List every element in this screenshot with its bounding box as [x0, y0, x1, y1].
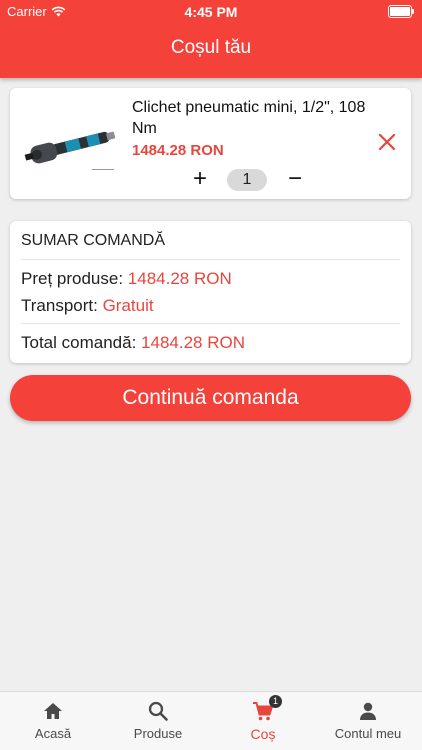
- battery-icon: [388, 5, 414, 18]
- tab-home-label: Acasă: [34, 726, 72, 741]
- app-header: Carrier 4:45 PM Coșul tău: [0, 0, 422, 78]
- status-time: 4:45 PM: [184, 4, 238, 20]
- cart-item-card: Clichet pneumatic mini, 1/2", 108 Nm 148…: [10, 88, 411, 199]
- cart-count-badge: 1: [269, 695, 282, 708]
- products-price-label: Preț produse:: [21, 269, 124, 288]
- order-summary-card: SUMAR COMANDĂ Preț produse: 1484.28 RON …: [10, 221, 411, 363]
- tab-account-label: Contul meu: [334, 726, 402, 741]
- decrease-quantity-button[interactable]: −: [283, 167, 307, 192]
- increase-quantity-button[interactable]: +: [188, 167, 212, 192]
- home-icon: [44, 703, 62, 719]
- product-price: 1484.28 RON: [132, 142, 224, 159]
- product-image: [24, 131, 116, 170]
- quantity-value: 1: [227, 169, 267, 191]
- tab-cart[interactable]: 1 Coș: [213, 695, 313, 742]
- cart-icon: 1: [252, 695, 282, 722]
- product-name[interactable]: Clichet pneumatic mini, 1/2", 108 Nm: [132, 97, 372, 139]
- total-value: 1484.28 RON: [141, 333, 245, 352]
- continue-order-button[interactable]: Continuă comanda: [10, 375, 411, 421]
- tab-home[interactable]: Acasă: [3, 700, 103, 741]
- summary-divider: [21, 259, 400, 260]
- transport-row: Transport: Gratuit: [21, 296, 154, 316]
- transport-label: Transport:: [21, 296, 98, 315]
- transport-value: Gratuit: [102, 296, 154, 315]
- user-icon: [360, 702, 376, 720]
- products-price-row: Preț produse: 1484.28 RON: [21, 269, 232, 289]
- total-label: Total comandă:: [21, 333, 137, 352]
- remove-item-icon[interactable]: [377, 132, 397, 152]
- summary-title: SUMAR COMANDĂ: [21, 232, 166, 249]
- tab-products-label: Produse: [133, 726, 183, 741]
- tab-cart-label: Coș: [250, 726, 276, 742]
- status-bar: Carrier 4:45 PM: [0, 0, 422, 24]
- bottom-tab-bar: Acasă Produse 1 Coș Contul meu: [0, 691, 422, 750]
- search-icon: [148, 701, 168, 721]
- total-row: Total comandă: 1484.28 RON: [21, 333, 245, 353]
- summary-divider: [21, 323, 400, 324]
- tab-account[interactable]: Contul meu: [318, 700, 418, 741]
- products-price-value: 1484.28 RON: [127, 269, 232, 288]
- page-title: Coșul tău: [170, 37, 252, 58]
- tab-products[interactable]: Produse: [108, 700, 208, 741]
